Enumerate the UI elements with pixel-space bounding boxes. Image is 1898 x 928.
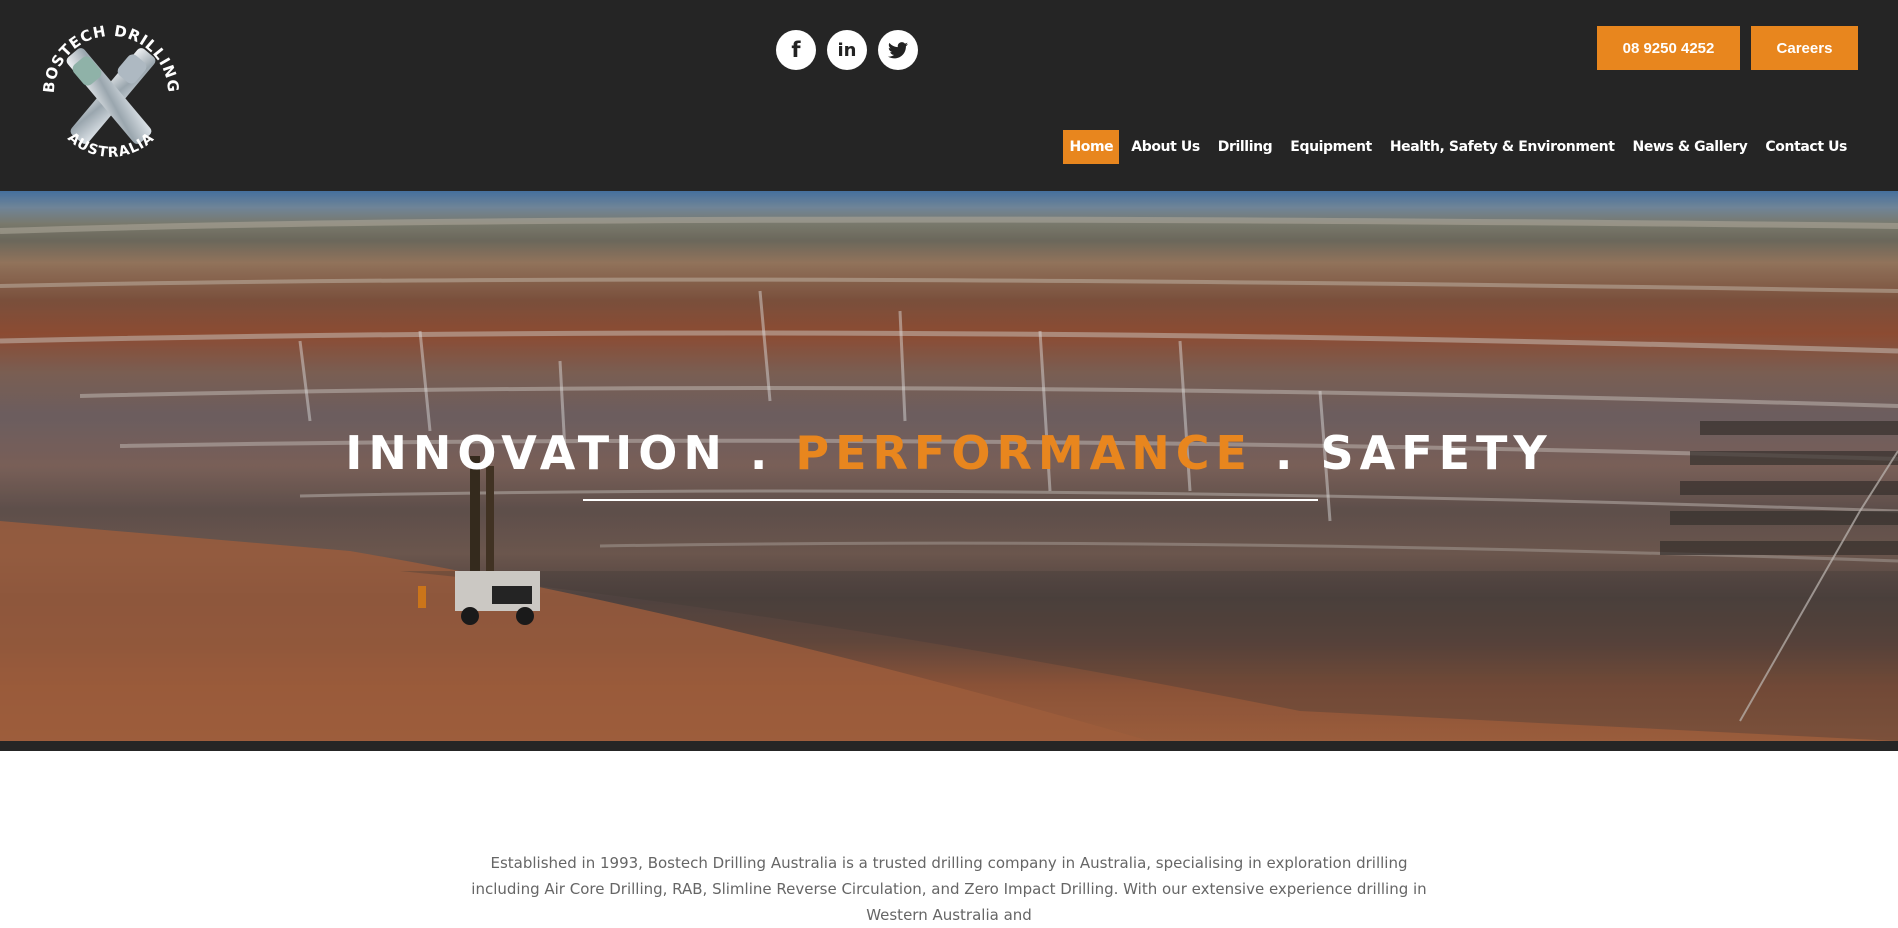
- nav-item-news-gallery[interactable]: News & Gallery: [1624, 130, 1757, 164]
- tagline-innovation: INNOVATION .: [345, 426, 774, 480]
- nav-item-equipment[interactable]: Equipment: [1281, 130, 1381, 164]
- intro-paragraph: Established in 1993, Bostech Drilling Au…: [471, 854, 1427, 924]
- facebook-icon: f: [791, 38, 801, 62]
- site-header: BOSTECH DRILLING AUSTRALIA f in 08 9250 …: [0, 0, 1898, 191]
- nav-item-home[interactable]: Home: [1063, 130, 1120, 164]
- twitter-button[interactable]: [878, 30, 918, 70]
- logo-bottom-text: AUSTRALIA: [64, 130, 156, 161]
- phone-button[interactable]: 08 9250 4252: [1597, 26, 1740, 70]
- facebook-button[interactable]: f: [776, 30, 816, 70]
- hero-banner: INNOVATION . PERFORMANCE . SAFETY: [0, 191, 1898, 741]
- hero-divider: [583, 499, 1318, 501]
- hero-bottom-bar: [0, 741, 1898, 751]
- bostech-logo[interactable]: BOSTECH DRILLING AUSTRALIA: [36, 18, 186, 173]
- nav-item-health-safety-environment[interactable]: Health, Safety & Environment: [1381, 130, 1624, 164]
- svg-text:AUSTRALIA: AUSTRALIA: [64, 130, 157, 161]
- drill-bits-icon: [66, 48, 156, 144]
- nav-item-drilling[interactable]: Drilling: [1209, 130, 1282, 164]
- social-links: f in: [776, 30, 918, 70]
- twitter-icon: [888, 41, 908, 58]
- nav-item-about-us[interactable]: About Us: [1122, 130, 1209, 164]
- tagline-performance: PERFORMANCE: [795, 426, 1253, 480]
- careers-button[interactable]: Careers: [1751, 26, 1858, 70]
- linkedin-icon: in: [837, 39, 857, 61]
- linkedin-button[interactable]: in: [827, 30, 867, 70]
- main-navigation: Home About Us Drilling Equipment Health,…: [1063, 130, 1856, 164]
- hero-tagline: INNOVATION . PERFORMANCE . SAFETY: [0, 426, 1898, 480]
- tagline-safety: . SAFETY: [1274, 426, 1553, 480]
- nav-item-contact-us[interactable]: Contact Us: [1756, 130, 1856, 164]
